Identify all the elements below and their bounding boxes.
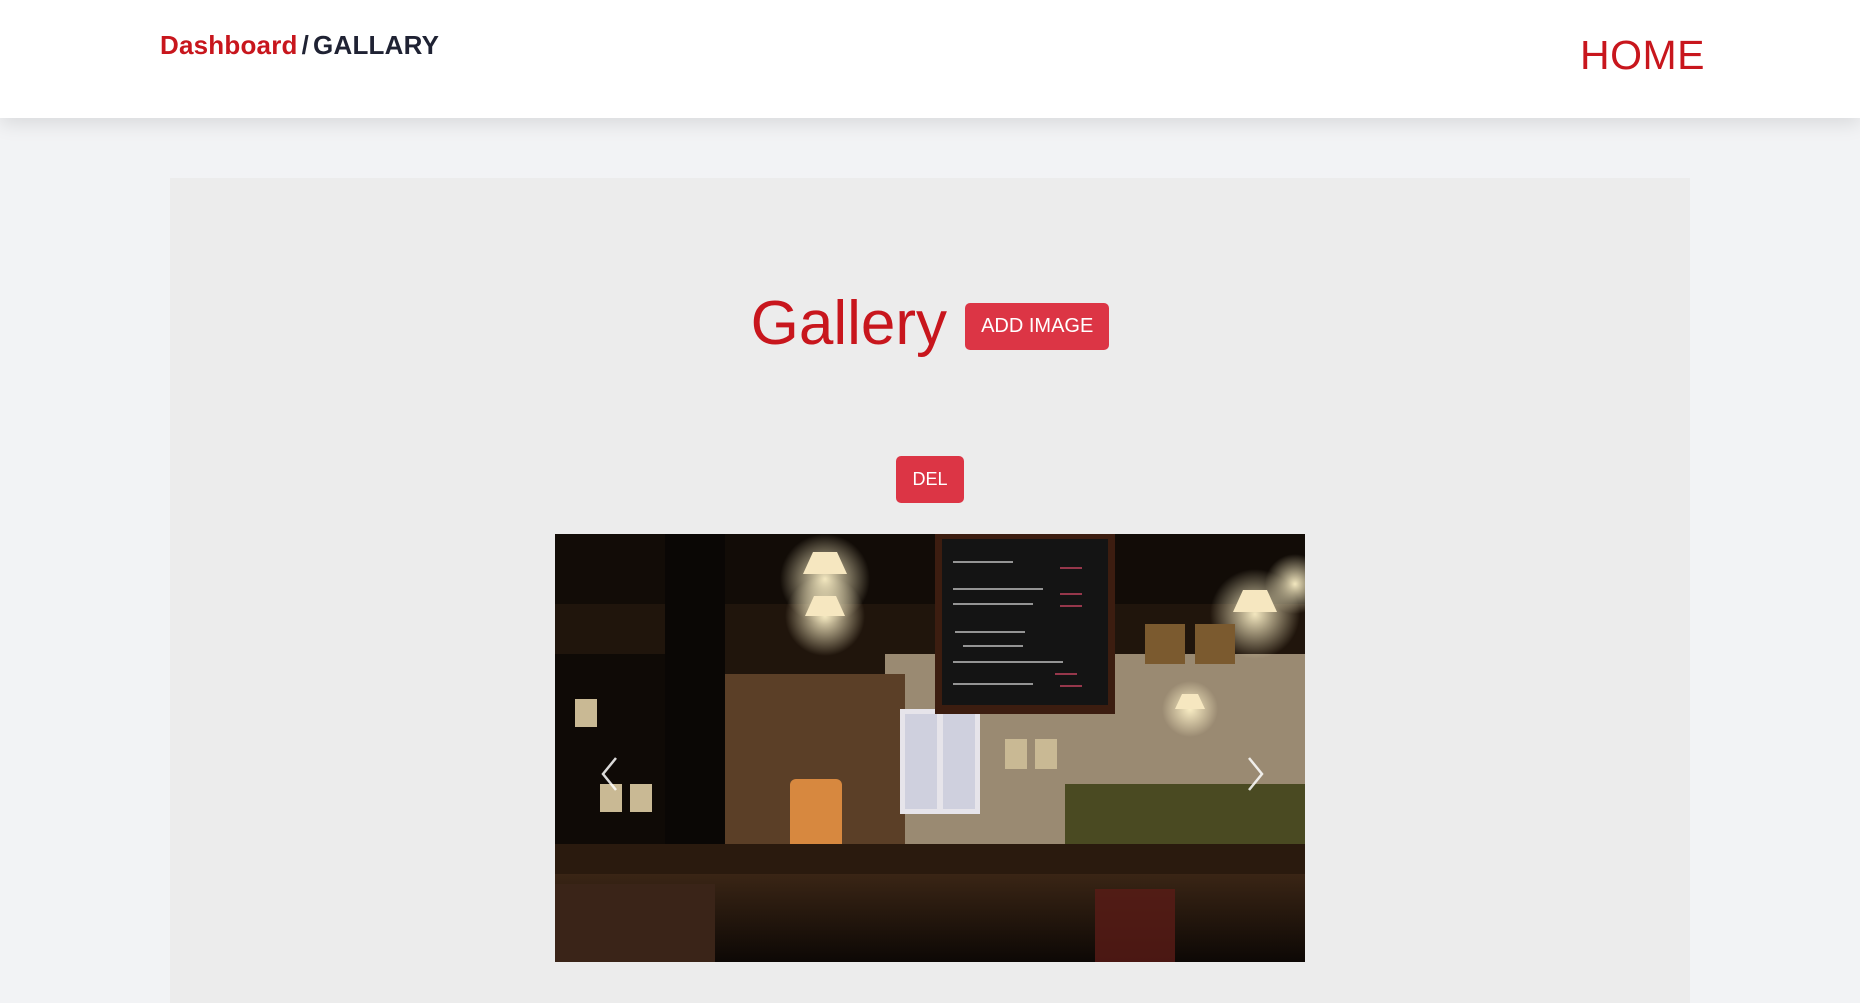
home-link[interactable]: HOME	[1580, 32, 1705, 79]
breadcrumb-current: GALLARY	[313, 30, 440, 60]
gallery-panel: Gallery ADD IMAGE DEL	[170, 178, 1690, 1003]
chevron-right-icon	[1248, 757, 1264, 791]
breadcrumb: Dashboard / GALLARY	[160, 30, 439, 61]
delete-image-button[interactable]: DEL	[896, 456, 964, 503]
chevron-left-icon	[601, 757, 617, 791]
carousel-prev-button[interactable]	[595, 754, 625, 794]
carousel-next-button[interactable]	[1240, 754, 1270, 794]
top-navbar: Dashboard / GALLARY HOME	[0, 0, 1860, 118]
gallery-header: Gallery ADD IMAGE	[170, 288, 1690, 359]
page-title: Gallery	[750, 289, 948, 358]
carousel-image-restaurant	[555, 534, 1305, 962]
add-image-button[interactable]: ADD IMAGE	[965, 303, 1110, 350]
breadcrumb-dashboard-link[interactable]: Dashboard	[160, 30, 298, 60]
breadcrumb-separator: /	[301, 30, 310, 60]
image-carousel[interactable]	[555, 534, 1305, 962]
